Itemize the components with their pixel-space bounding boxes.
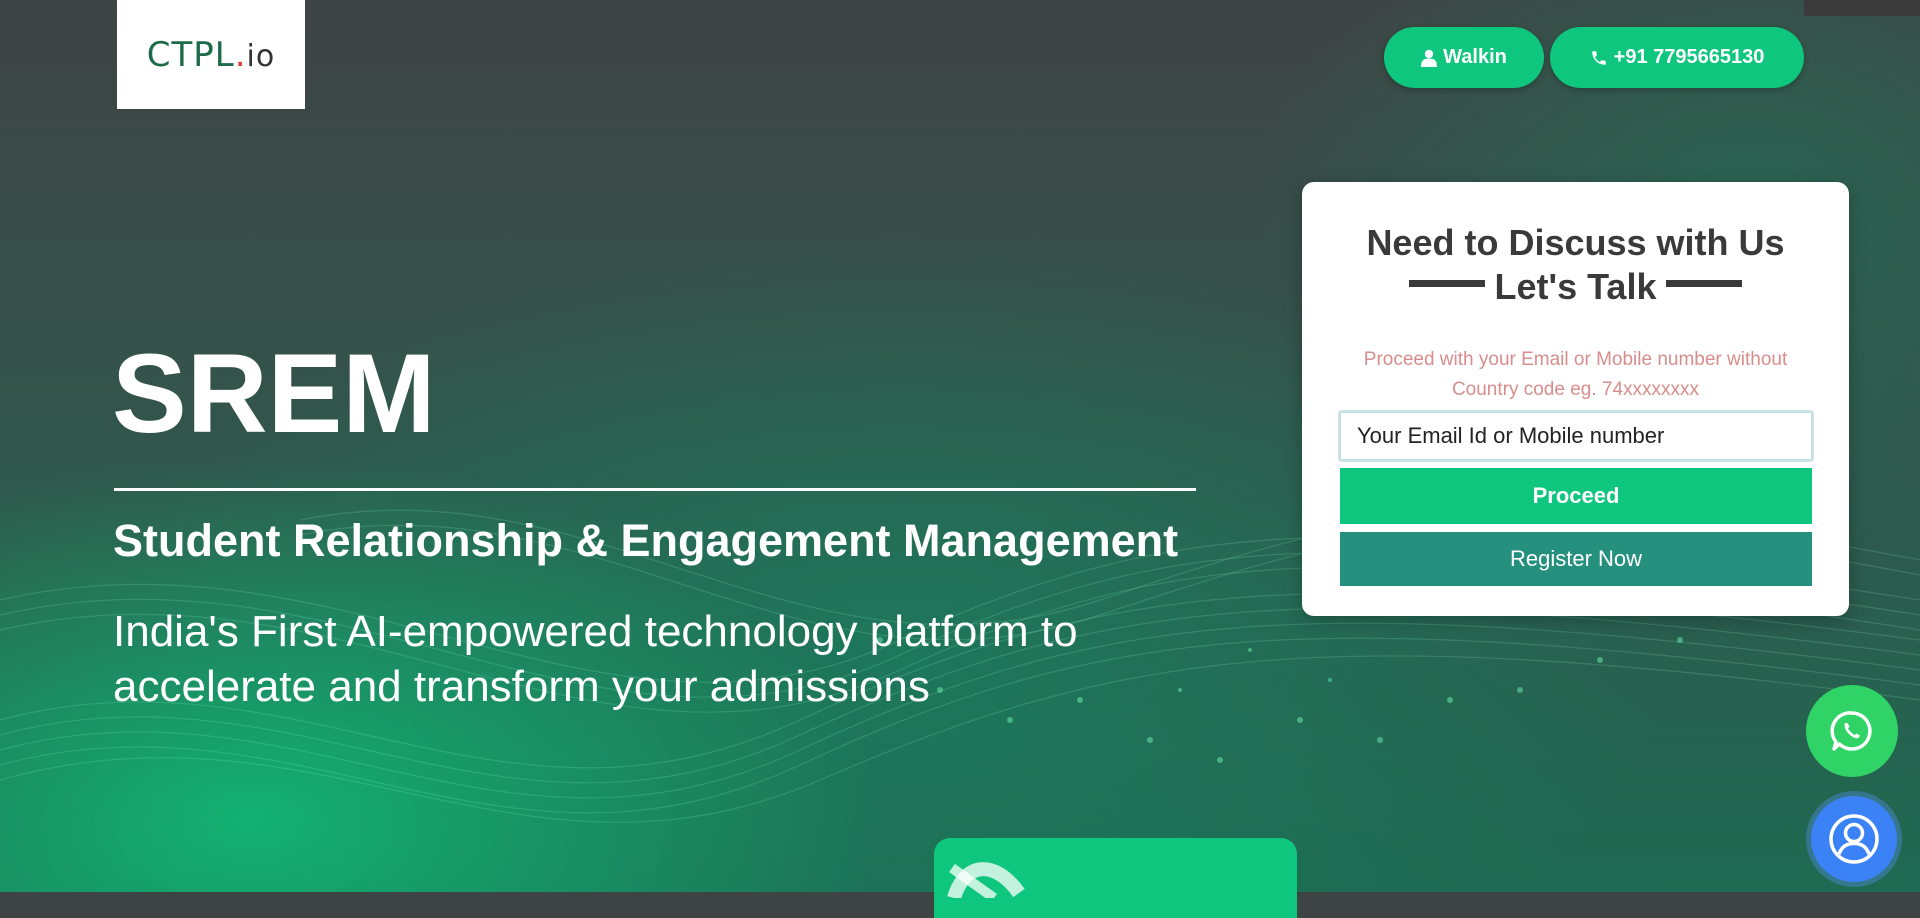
contact-form-card: Need to Discuss with Us Let's Talk Proce… [1302,182,1849,616]
register-now-button[interactable]: Register Now [1340,532,1812,586]
hero-subtitle: Student Relationship & Engagement Manage… [113,515,1179,566]
proceed-button[interactable]: Proceed [1340,468,1812,524]
logo-text: CTPL.io [146,34,276,75]
hero-divider [114,488,1196,491]
feature-card-graphic [947,862,1025,903]
email-or-mobile-input[interactable] [1338,410,1814,462]
top-bar-edge [1804,0,1920,16]
phone-button[interactable]: +91 7795665130 [1550,27,1804,88]
form-hint: Proceed with your Email or Mobile number… [1363,349,1788,400]
chat-button[interactable] [1811,796,1897,882]
hero-description: India's First AI-empowered technology pl… [113,607,1078,711]
walkin-button[interactable]: Walkin [1384,27,1544,88]
form-subtitle: Let's Talk [1494,266,1657,307]
phone-label: +91 7795665130 [1613,46,1765,68]
user-circle-icon [1829,814,1879,864]
phone-icon [1591,50,1606,65]
hero-title: SREM [112,331,436,456]
title-line-right [1666,280,1742,287]
feature-card-peek [934,838,1297,918]
form-title: Need to Discuss with Us [1366,222,1785,263]
whatsapp-button[interactable] [1806,685,1898,777]
whatsapp-icon [1830,711,1872,751]
walkin-label: Walkin [1443,46,1507,68]
company-logo[interactable]: CTPL.io [117,0,305,109]
user-icon [1421,49,1438,67]
